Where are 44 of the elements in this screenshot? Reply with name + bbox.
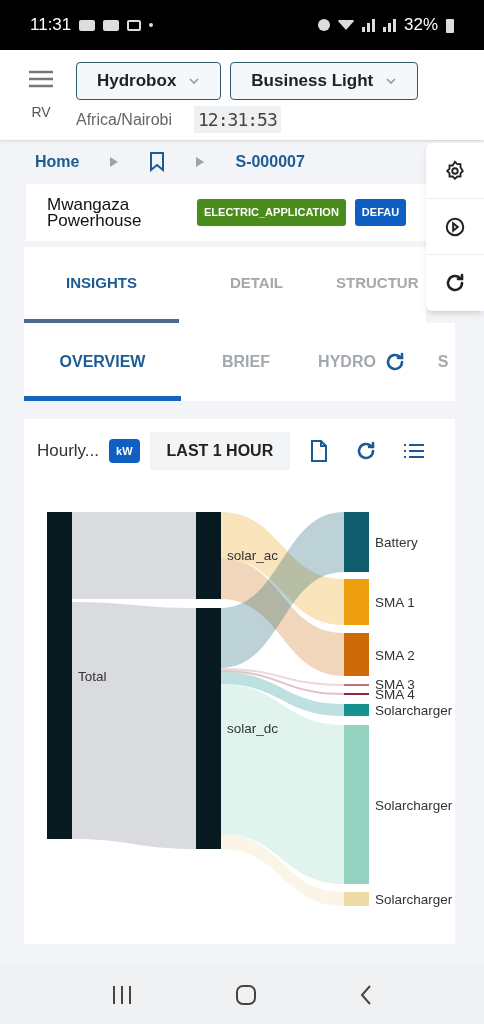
chevron-icon	[385, 77, 398, 85]
subtab[interactable]: OVERVIEW	[24, 323, 181, 401]
unit-badge: kW	[109, 438, 140, 464]
breadcrumb-link[interactable]: Home	[35, 150, 80, 174]
node-label: Solarcharger	[375, 797, 453, 813]
timezone-label: Africa/Nairobi	[76, 109, 173, 130]
node-label: SMA 1	[375, 595, 415, 610]
wifi-icon	[337, 20, 354, 30]
recent-apps-icon[interactable]	[111, 985, 133, 1005]
node-label: Battery	[375, 535, 418, 550]
dot-icon	[149, 23, 154, 27]
node-label: solar_dc	[227, 721, 279, 736]
tag: ELECTRIC_APPLICATION	[197, 199, 346, 226]
signal-icon	[382, 18, 396, 32]
digital-clock: 12:31:53	[194, 106, 281, 133]
site-name: Mwangaza Powerhouse	[47, 196, 143, 229]
signal-icon	[361, 18, 375, 32]
time-range-button[interactable]: LAST 1 HOUR	[149, 432, 291, 470]
tag: DEFAU	[354, 199, 407, 226]
list-icon[interactable]	[404, 443, 425, 459]
chevron-icon	[188, 77, 201, 85]
back-icon[interactable]	[359, 984, 373, 1006]
status-time: 11:31	[30, 14, 72, 37]
user-initials: RV	[31, 103, 51, 122]
battery-percent: 32%	[403, 14, 438, 37]
document-icon[interactable]	[310, 440, 329, 462]
home-icon[interactable]	[235, 984, 257, 1006]
chart-title: Hourly...	[37, 440, 100, 463]
settings-icon[interactable]	[444, 159, 466, 182]
node-label: Solarcharger	[375, 703, 453, 718]
node-label: Total	[78, 668, 107, 684]
breadcrumb-link[interactable]: S-000007	[235, 150, 305, 174]
node-label: SMA 2	[375, 647, 415, 663]
selector-dropdown[interactable]: Hydrobox	[76, 62, 222, 100]
separator-icon	[109, 156, 120, 168]
bookmark-icon[interactable]	[149, 152, 166, 172]
separator-icon	[195, 156, 206, 168]
node-label: solar_ac	[227, 548, 279, 563]
calendar-icon	[127, 19, 142, 31]
play-icon[interactable]	[444, 215, 466, 238]
battery-icon	[446, 17, 454, 33]
menu-icon[interactable]	[28, 70, 54, 88]
node-label: Solarcharger	[375, 892, 453, 907]
selector-dropdown[interactable]: Business Light	[230, 62, 419, 100]
